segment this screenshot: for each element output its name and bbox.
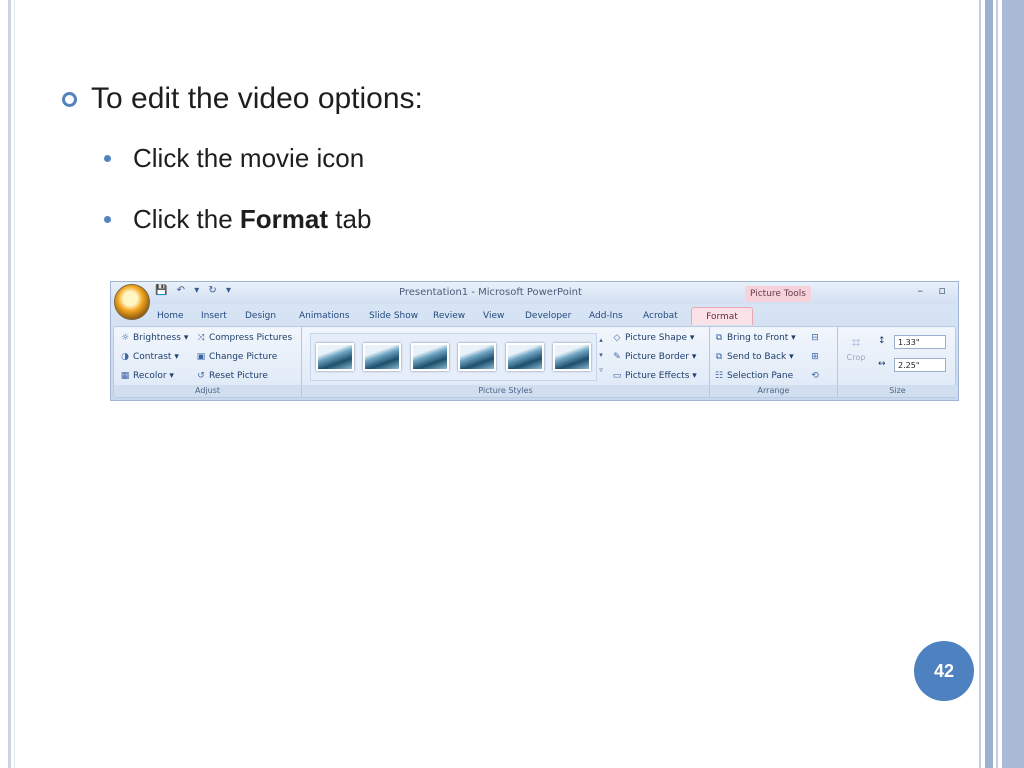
slide-heading: To edit the video options: [91,82,423,115]
tab-add-ins[interactable]: Add-Ins [587,307,641,325]
picture-shape-button[interactable]: ◇ Picture Shape ▾ [612,333,695,343]
width-field[interactable]: 2.25" [894,358,946,372]
right-border-stripe [985,0,993,768]
tab-slide-show[interactable]: Slide Show [367,307,431,325]
compress-icon: ⤨ [197,333,205,343]
picture-style-thumb[interactable] [553,343,592,371]
group-icon: ⊞ [811,352,819,362]
tab-home[interactable]: Home [155,307,199,325]
sub-bullet-text: Click the Format tab [133,204,372,234]
ribbon-screenshot: 💾 ↶ ▾ ↻ ▾ Presentation1 - Microsoft Powe… [110,281,959,401]
adjust-group-label: Adjust [114,385,301,397]
bring-to-front-button[interactable]: ⧉ Bring to Front ▾ [714,333,796,343]
reset-picture-button[interactable]: ↺ Reset Picture [196,371,268,381]
tab-developer[interactable]: Developer [523,307,587,325]
right-border-line-2 [996,0,998,768]
recolor-icon: ▦ [120,371,130,381]
left-border-line [14,0,15,768]
crop-icon: ⌗ [851,333,861,352]
left-border-stripe [8,0,11,768]
compress-pictures-button[interactable]: ⤨ Compress Pictures [196,333,292,343]
size-group-label: Size [838,385,957,397]
border-pen-icon: ✎ [613,352,621,362]
quick-access-toolbar[interactable]: 💾 ↶ ▾ ↻ ▾ [155,285,234,296]
picture-border-button[interactable]: ✎ Picture Border ▾ [612,352,696,362]
crop-button[interactable]: ⌗ Crop [844,333,868,373]
ribbon-tabs: Home Insert Design Animations Slide Show… [155,307,753,325]
height-field[interactable]: 1.33" [894,335,946,349]
picture-styles-group-label: Picture Styles [302,385,709,397]
tab-design[interactable]: Design [243,307,297,325]
brightness-button[interactable]: ☼ Brightness ▾ [120,333,188,343]
align-button[interactable]: ⊟ [810,333,823,343]
picture-effects-button[interactable]: ▭ Picture Effects ▾ [612,371,697,381]
dot-bullet-icon [104,216,111,223]
contrast-icon: ◑ [121,352,129,362]
arrange-group-label: Arrange [710,385,837,397]
send-to-back-button[interactable]: ⧉ Send to Back ▾ [714,352,794,362]
bold-term: Format [239,204,329,234]
tab-animations[interactable]: Animations [297,307,367,325]
page-number-badge: 42 [914,641,974,701]
contrast-button[interactable]: ◑ Contrast ▾ [120,352,179,362]
adjust-group: ☼ Brightness ▾ ◑ Contrast ▾ ▦ Recolor ▾ ⤨ Co… [114,327,302,397]
align-icon: ⊟ [811,333,819,343]
group-button[interactable]: ⊞ [810,352,823,362]
selection-pane-button[interactable]: ☷ Selection Pane [714,371,793,381]
change-picture-button[interactable]: ▣ Change Picture [196,352,278,362]
bring-front-icon: ⧉ [715,333,723,343]
picture-styles-gallery [310,333,597,381]
send-back-icon: ⧉ [715,352,723,362]
app-title: Presentation1 - Microsoft PowerPoint [399,287,582,298]
width-icon: ↔ [878,359,886,369]
sub-bullet-text: Click the movie icon [133,143,365,173]
picture-style-thumb[interactable] [458,343,497,371]
picture-style-thumb[interactable] [505,343,544,371]
office-button-icon[interactable] [114,284,150,320]
ring-bullet-icon [62,91,77,107]
reset-icon: ↺ [197,371,205,381]
main-bullet: To edit the video options: [62,82,423,116]
rotate-icon: ⟲ [811,371,819,381]
title-bar: 💾 ↶ ▾ ↻ ▾ Presentation1 - Microsoft Powe… [111,282,958,304]
right-border-band [1002,0,1024,768]
picture-styles-group: ▴ ▾ ▿ ◇ Picture Shape ▾ ✎ Picture Border ▾ ▭… [302,327,710,397]
picture-style-thumb[interactable] [363,343,402,371]
rotate-button[interactable]: ⟲ [810,371,823,381]
gallery-scroll-icon[interactable]: ▴ ▾ ▿ [597,333,605,378]
tab-review[interactable]: Review [431,307,481,325]
context-tab-label: Picture Tools [745,286,811,302]
shape-icon: ◇ [613,333,621,343]
sub-bullet-2: Click the Format tab [104,204,371,235]
tab-format[interactable]: Format [691,307,753,325]
right-border-line [979,0,981,768]
size-group: ⌗ Crop ↕ 1.33" ↔ 2.25" Size [838,327,957,397]
recolor-button[interactable]: ▦ Recolor ▾ [120,371,174,381]
picture-style-thumb[interactable] [410,343,449,371]
effects-icon: ▭ [612,371,622,381]
selection-pane-icon: ☷ [714,371,724,381]
tab-insert[interactable]: Insert [199,307,243,325]
ribbon-panel: ☼ Brightness ▾ ◑ Contrast ▾ ▦ Recolor ▾ ⤨ Co… [113,326,957,398]
sun-icon: ☼ [120,333,130,343]
window-controls[interactable]: – ▫ [918,284,952,297]
dot-bullet-icon [104,155,111,162]
picture-style-thumb[interactable] [315,343,354,371]
tab-acrobat[interactable]: Acrobat [641,307,691,325]
tab-view[interactable]: View [481,307,523,325]
sub-bullet-1: Click the movie icon [104,143,364,174]
arrange-group: ⧉ Bring to Front ▾ ⧉ Send to Back ▾ ☷ Selec… [710,327,838,397]
height-icon: ↕ [878,336,886,346]
change-picture-icon: ▣ [196,352,206,362]
